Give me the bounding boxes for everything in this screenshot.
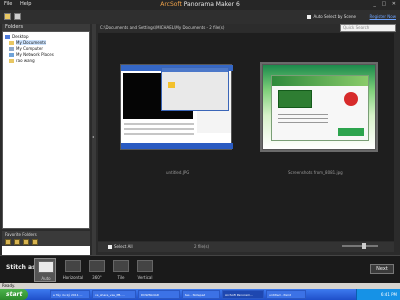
next-button[interactable]: Next — [370, 264, 394, 274]
menu-bar: File Help ArcSoft Panorama Maker 6 _ □ ✕ — [0, 0, 400, 10]
folder-item-my-documents[interactable]: My Documents — [9, 40, 46, 45]
stitch-mode-auto[interactable]: Auto — [34, 258, 56, 282]
stitch-mode-tile[interactable]: Tile — [110, 258, 132, 282]
horizontal-mode-icon — [65, 260, 81, 272]
quick-search-input[interactable]: Quick Search — [340, 24, 396, 32]
stitch-mode-vertical[interactable]: Vertical — [134, 258, 156, 282]
current-path: C:\Documents and Settings\MICHAEL\My Doc… — [100, 25, 225, 30]
thumbnail-caption: untitled.JPG — [166, 170, 190, 175]
title-brand: ArcSoft — [160, 1, 182, 8]
remove-favorite-icon[interactable] — [14, 239, 20, 245]
thumb-dialog — [161, 67, 229, 111]
folder-tree: Desktop My Documents My Computer My Netw… — [2, 31, 90, 229]
folder-icon — [9, 41, 14, 45]
thumbnail-untitled[interactable] — [120, 64, 233, 150]
panel-splitter[interactable]: ◂ — [92, 24, 96, 260]
select-all-checkbox[interactable]: Select All — [108, 244, 133, 249]
folder-item-network[interactable]: My Network Places — [9, 52, 54, 57]
taskbar-item-active[interactable]: ArcSoft Panoram... — [222, 290, 264, 299]
graphics-card-image — [278, 90, 312, 108]
stop-icon — [344, 92, 358, 106]
network-icon — [9, 53, 14, 57]
taskbar-item[interactable]: untitled - Paint — [266, 290, 306, 299]
stitch-mode-360[interactable]: 360° — [86, 258, 108, 282]
view-icon[interactable] — [14, 13, 21, 20]
computer-icon — [9, 47, 14, 51]
register-link[interactable]: Register Now — [370, 14, 396, 19]
window-title: ArcSoft Panorama Maker 6 — [0, 1, 400, 8]
360-mode-icon — [89, 260, 105, 272]
auto-select-option[interactable]: Auto Select by Scene — [307, 14, 356, 19]
folder-icon[interactable] — [4, 13, 11, 20]
favorites-header: Favorite Folders — [2, 231, 90, 238]
taskbar-item[interactable]: e Tây du ký 2011 ... — [50, 290, 90, 299]
start-button[interactable]: start — [0, 289, 28, 300]
thumb-text-lines — [124, 123, 194, 143]
warning-icon — [168, 82, 175, 88]
windows-taskbar: start e Tây du ký 2011 ... ce_share_vas_… — [0, 289, 400, 300]
vertical-mode-icon — [137, 260, 153, 272]
auto-mode-icon — [38, 261, 54, 273]
folder-icon — [9, 59, 14, 63]
thumbnail-screenshot[interactable] — [260, 62, 378, 152]
select-all-label: Select All — [114, 244, 133, 249]
toolbar: Auto Select by Scene Register Now — [0, 10, 400, 24]
thumbnail-caption: Screenshots from_8081.jpg — [288, 170, 343, 175]
stitch-bar: Stitch as: Auto Horizontal 360° Tile Ver… — [0, 255, 400, 283]
folder-item-rao-wang[interactable]: rao wang — [9, 58, 35, 63]
clock: 6:41 PM — [380, 292, 397, 297]
zoom-slider-knob[interactable] — [362, 243, 366, 249]
app-window: File Help ArcSoft Panorama Maker 6 _ □ ✕… — [0, 0, 400, 300]
stitch-mode-horizontal[interactable]: Horizontal — [62, 258, 84, 282]
taskbar-item[interactable]: ce_share_vas_PB- ... — [92, 290, 136, 299]
desktop-icon — [5, 35, 10, 39]
gallery-footer: Select All 2 file(s) — [98, 242, 394, 252]
auto-select-label: Auto Select by Scene — [313, 14, 356, 19]
zoom-slider[interactable] — [342, 243, 378, 249]
folders-header: Folders — [2, 24, 90, 31]
system-tray: 6:41 PM — [356, 289, 400, 300]
taskbar-item[interactable]: tes - Notepad — [182, 290, 220, 299]
taskbar-item[interactable]: DOWNLOAD — [138, 290, 180, 299]
title-product: Panorama Maker 6 — [181, 1, 240, 8]
thumb-taskbar — [121, 143, 233, 149]
thumb-app-window — [271, 75, 369, 141]
grip-icon: ◂ — [92, 134, 95, 139]
favorites-toolbar — [2, 238, 90, 246]
folder-item-my-computer[interactable]: My Computer — [9, 46, 43, 51]
thumb-green-button — [338, 128, 364, 136]
file-count: 2 file(s) — [194, 244, 210, 249]
window-controls[interactable]: _ □ ✕ — [373, 1, 398, 7]
folder-item-desktop[interactable]: Desktop — [5, 34, 29, 39]
add-favorite-icon[interactable] — [5, 239, 11, 245]
favorite-folder-icon[interactable] — [32, 239, 38, 245]
tile-mode-icon — [113, 260, 129, 272]
auto-select-checkbox[interactable] — [307, 15, 312, 19]
image-gallery: untitled.JPG Screenshots from_8081.jpg — [98, 33, 394, 241]
favorite-folder-icon[interactable] — [23, 239, 29, 245]
